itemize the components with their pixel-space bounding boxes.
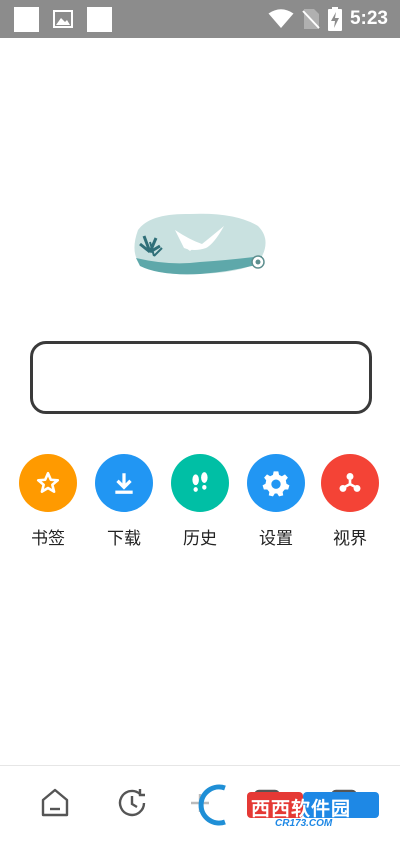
- wifi-icon: [268, 9, 294, 28]
- shortcut-label: 书签: [31, 529, 65, 549]
- download-icon: [95, 454, 153, 512]
- bookmark-star-icon: [19, 454, 77, 512]
- shortcut-label: 下载: [107, 529, 141, 549]
- clock: 5:23: [349, 8, 388, 29]
- notification-square-icon: [14, 7, 39, 32]
- vision-icon: [321, 454, 379, 512]
- shortcut-label: 设置: [259, 529, 293, 549]
- history-clock-icon[interactable]: [115, 786, 149, 820]
- battery-charging-icon: [327, 7, 342, 31]
- shortcut-grid: 书签 下载 历史 设置 视界: [0, 454, 400, 554]
- notification-square-icon: [87, 7, 112, 32]
- shortcut-label: 历史: [183, 529, 217, 549]
- status-bar: 5:23: [0, 0, 400, 38]
- shortcut-bookmarks[interactable]: 书签: [13, 454, 83, 554]
- gear-icon: [247, 454, 305, 512]
- watermark-brand: 西西软件园: [251, 798, 352, 820]
- image-icon: [53, 10, 73, 28]
- footprints-icon: [171, 454, 229, 512]
- seagull-logo: [134, 213, 266, 275]
- shortcut-settings[interactable]: 设置: [241, 454, 311, 554]
- shortcut-downloads[interactable]: 下载: [89, 454, 159, 554]
- watermark: 西西软件园 CR173.COM: [195, 780, 395, 830]
- shortcut-vision[interactable]: 视界: [315, 454, 385, 554]
- shortcut-label: 视界: [333, 529, 367, 549]
- home-icon[interactable]: [38, 786, 72, 820]
- no-sim-icon: [302, 9, 320, 29]
- watermark-site: CR173.COM: [275, 818, 333, 829]
- shortcut-history[interactable]: 历史: [165, 454, 235, 554]
- search-input[interactable]: [30, 341, 372, 414]
